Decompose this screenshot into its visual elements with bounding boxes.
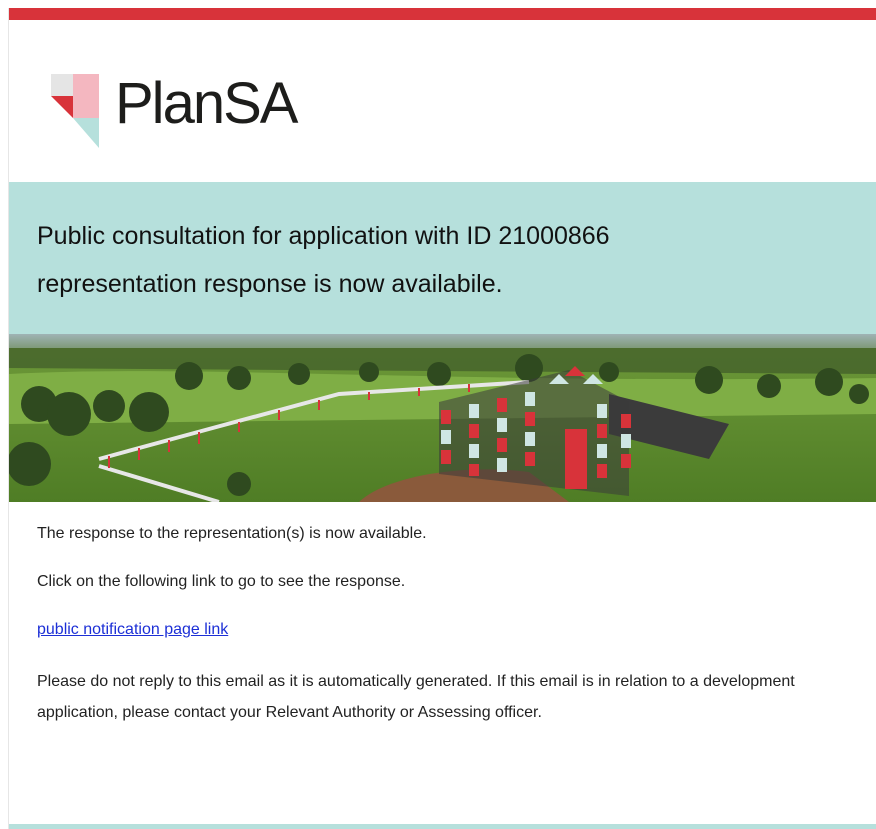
bottom-accent-bar [9, 824, 876, 829]
farmhouse-landscape-image [9, 334, 876, 502]
plansa-logo-icon [51, 74, 99, 148]
body-line-click-instruction: Click on the following link to go to see… [37, 573, 406, 590]
hero-image [9, 334, 876, 502]
disclaimer-text: Please do not reply to this email as it … [37, 673, 795, 721]
banner-title-line2: representation response is now availabil… [37, 270, 503, 298]
brand-name: PlanSA [115, 71, 298, 136]
email-body: The response to the representation(s) is… [9, 502, 876, 728]
body-line-response-available: The response to the representation(s) is… [37, 525, 427, 542]
public-notification-link[interactable]: public notification page link [37, 621, 228, 638]
notification-banner: Public consultation for application with… [9, 182, 876, 334]
email-container: PlanSA Public consultation for applicati… [8, 8, 876, 829]
banner-title-line1: Public consultation for application with… [37, 222, 610, 250]
top-accent-bar [9, 8, 876, 20]
header-logo-area: PlanSA [9, 20, 876, 182]
